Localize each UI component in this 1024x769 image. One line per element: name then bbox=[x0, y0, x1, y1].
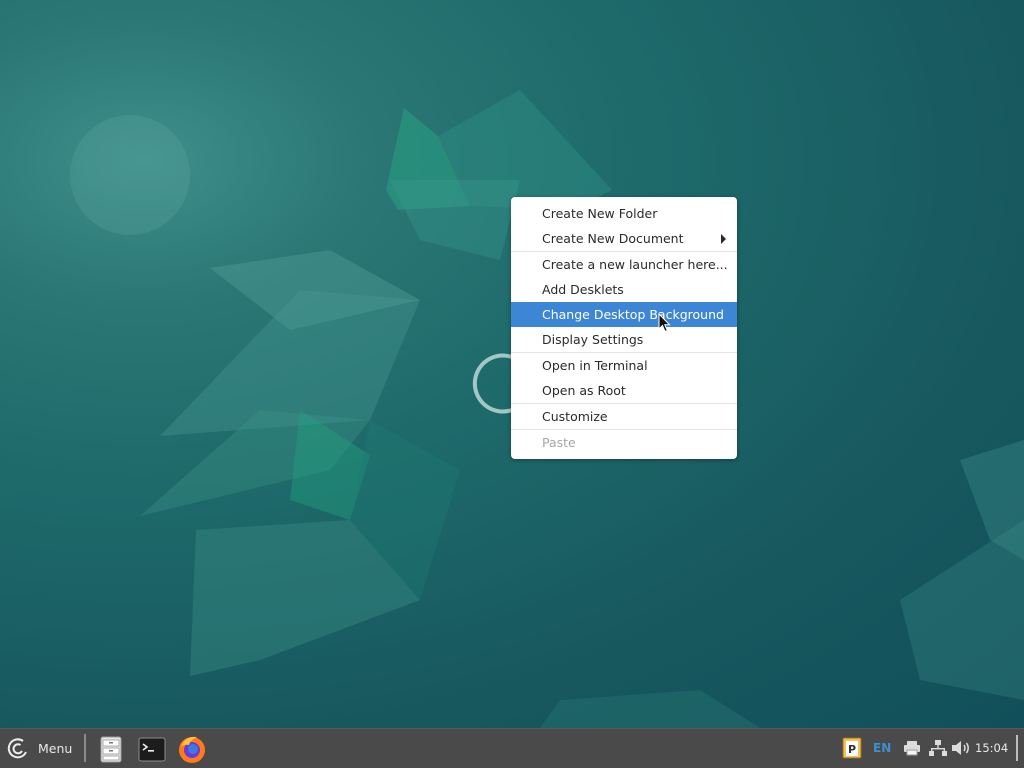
keyboard-layout-indicator[interactable]: EN bbox=[873, 741, 891, 755]
file-manager-launcher[interactable] bbox=[95, 733, 127, 765]
menu-item-open-in-terminal[interactable]: Open in Terminal bbox=[511, 353, 737, 378]
menu-item-customize[interactable]: Customize bbox=[511, 404, 737, 429]
menu-item-add-desklets[interactable]: Add Desklets bbox=[511, 277, 737, 302]
menu-button[interactable]: Menu bbox=[4, 733, 78, 764]
firefox-icon bbox=[179, 736, 205, 763]
menu-item-create-launcher[interactable]: Create a new launcher here... bbox=[511, 252, 737, 277]
desktop[interactable]: Create New Folder Create New Document Cr… bbox=[0, 0, 1024, 728]
clock[interactable]: 15:04 bbox=[975, 741, 1008, 755]
printer-icon[interactable] bbox=[903, 740, 921, 756]
file-manager-icon bbox=[100, 736, 122, 763]
terminal-launcher[interactable] bbox=[136, 733, 168, 765]
panel-divider bbox=[84, 734, 86, 762]
menu-item-open-as-root[interactable]: Open as Root bbox=[511, 378, 737, 403]
network-icon[interactable] bbox=[929, 739, 947, 757]
menu-item-create-new-document[interactable]: Create New Document bbox=[511, 226, 737, 251]
menu-item-create-new-folder[interactable]: Create New Folder bbox=[511, 201, 737, 226]
pinboard-tray-icon[interactable]: P bbox=[842, 737, 862, 759]
show-desktop-button[interactable] bbox=[1016, 735, 1018, 761]
mouse-cursor-icon bbox=[658, 313, 671, 333]
bottom-panel: Menu P EN 15:04 bbox=[0, 728, 1024, 768]
menu-item-paste: Paste bbox=[542, 435, 576, 450]
submenu-arrow-icon bbox=[721, 234, 726, 244]
terminal-icon bbox=[138, 737, 166, 762]
volume-icon[interactable] bbox=[951, 740, 971, 756]
menu-item-change-desktop-background[interactable]: Change Desktop Background bbox=[511, 302, 737, 327]
menu-item-display-settings[interactable]: Display Settings bbox=[511, 327, 737, 352]
desktop-context-menu: Create New Folder Create New Document Cr… bbox=[511, 197, 737, 459]
svg-text:P: P bbox=[848, 743, 856, 756]
menu-label: Menu bbox=[38, 741, 73, 756]
menu-item-label: Create New Document bbox=[542, 231, 684, 246]
firefox-launcher[interactable] bbox=[176, 733, 208, 765]
debian-swirl-icon bbox=[7, 738, 27, 759]
